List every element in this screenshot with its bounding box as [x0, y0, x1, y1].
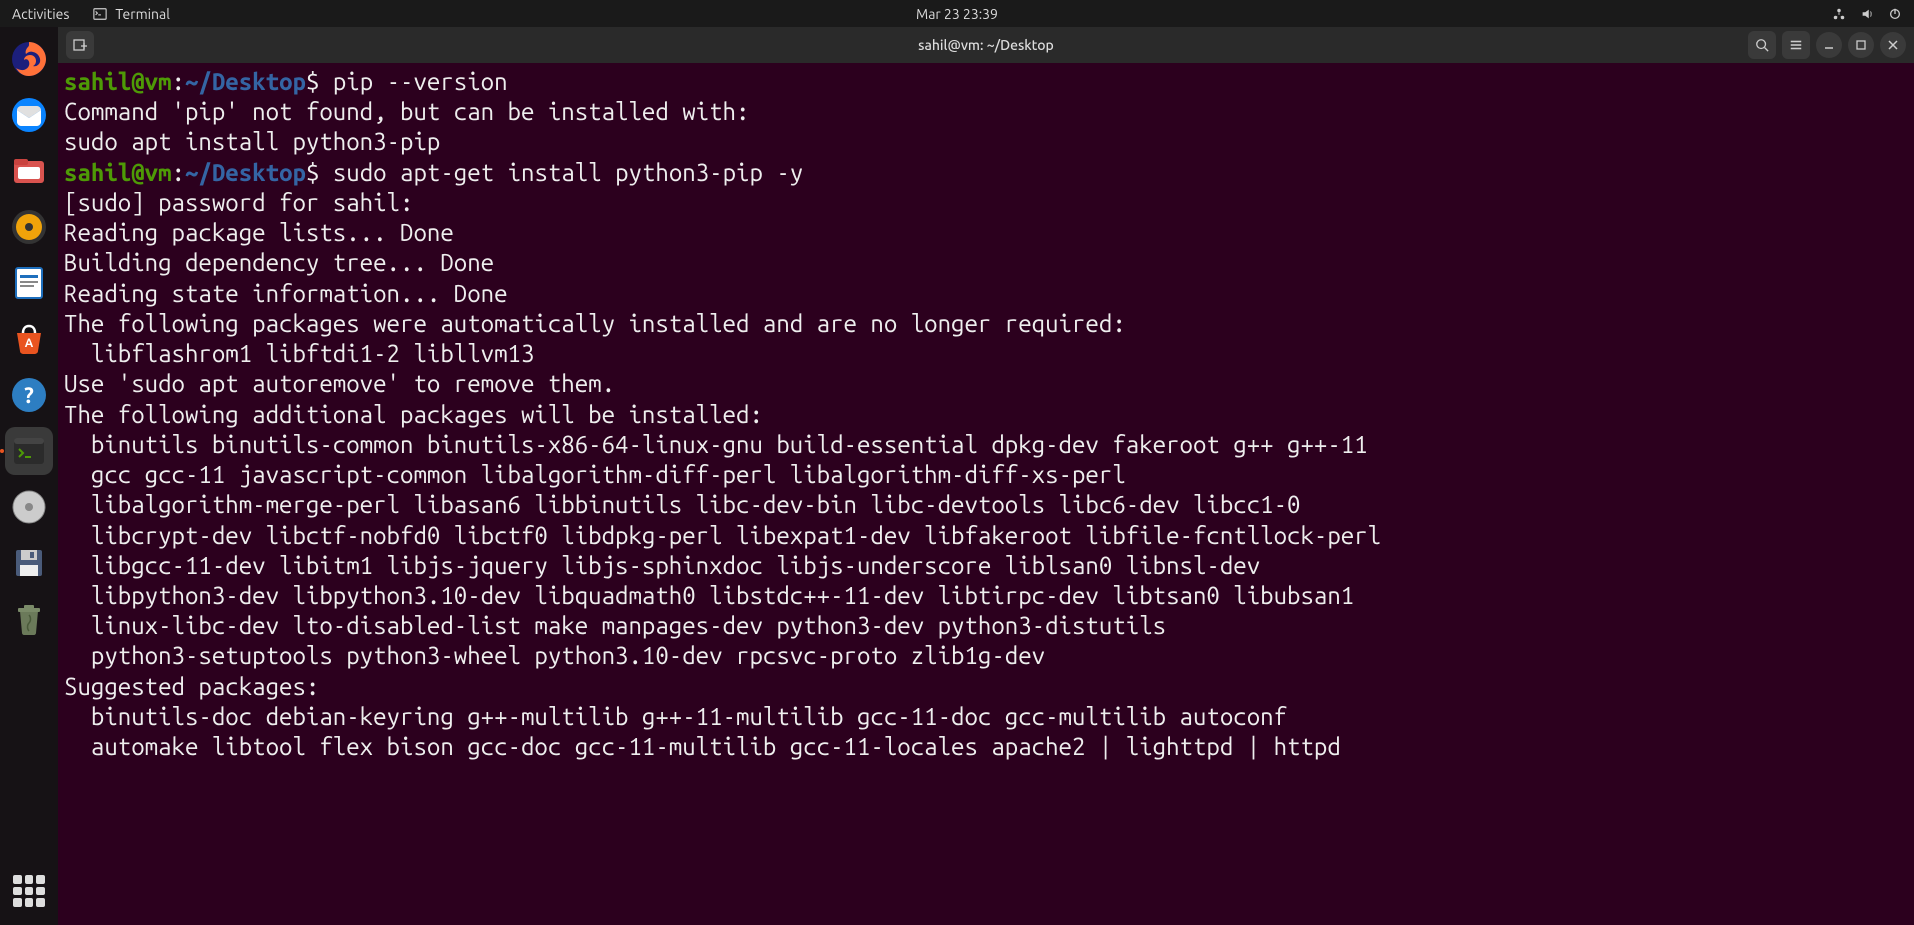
- output-line: automake libtool flex bison gcc-doc gcc-…: [64, 733, 1341, 760]
- output-line: libcrypt-dev libctf-nobfd0 libctf0 libdp…: [64, 522, 1381, 549]
- output-line: libgcc-11-dev libitm1 libjs-jquery libjs…: [64, 552, 1260, 579]
- output-line: Command 'pip' not found, but can be inst…: [64, 98, 749, 125]
- minimize-icon: [1824, 40, 1834, 50]
- output-line: binutils-doc debian-keyring g++-multilib…: [64, 703, 1287, 730]
- hamburger-icon: [1789, 38, 1803, 52]
- window-titlebar: sahil@vm: ~/Desktop: [58, 27, 1914, 63]
- help-icon[interactable]: ?: [5, 371, 53, 419]
- gnome-top-bar: Activities Terminal Mar 23 23:39: [0, 0, 1914, 27]
- output-line: The following packages were automaticall…: [64, 310, 1126, 337]
- output-line: Building dependency tree... Done: [64, 249, 494, 276]
- output-line: python3-setuptools python3-wheel python3…: [64, 642, 1045, 669]
- activities-button[interactable]: Activities: [12, 6, 69, 22]
- output-line: Reading package lists... Done: [64, 219, 454, 246]
- terminal-window: sahil@vm: ~/Desktop sahil@vm:~/Desktop$ …: [58, 27, 1914, 925]
- close-icon: [1888, 40, 1898, 50]
- prompt-user: sahil@vm: [64, 159, 172, 186]
- window-title: sahil@vm: ~/Desktop: [918, 37, 1054, 53]
- output-line: The following additional packages will b…: [64, 401, 763, 428]
- maximize-icon: [1856, 40, 1866, 50]
- output-line: linux-libc-dev lto-disabled-list make ma…: [64, 612, 1166, 639]
- thunderbird-icon[interactable]: [5, 91, 53, 139]
- search-icon: [1755, 38, 1769, 52]
- output-line: Use 'sudo apt autoremove' to remove them…: [64, 370, 615, 397]
- firefox-icon[interactable]: [5, 35, 53, 83]
- output-line: gcc gcc-11 javascript-common libalgorith…: [64, 461, 1126, 488]
- maximize-button[interactable]: [1848, 32, 1874, 58]
- terminal-icon[interactable]: [5, 427, 53, 475]
- output-line: libflashrom1 libftdi1-2 libllvm13: [64, 340, 534, 367]
- prompt-path: ~/Desktop: [185, 68, 306, 95]
- search-button[interactable]: [1748, 31, 1776, 59]
- prompt-sep: :: [172, 68, 185, 95]
- terminal-indicator-icon: [93, 7, 107, 21]
- new-tab-icon: [72, 37, 88, 53]
- files-icon[interactable]: [5, 147, 53, 195]
- svg-text:?: ?: [24, 383, 34, 408]
- output-line: [sudo] password for sahil:: [64, 189, 427, 216]
- output-line: Suggested packages:: [64, 673, 319, 700]
- clock[interactable]: Mar 23 23:39: [916, 6, 998, 22]
- prompt-symbol: $: [306, 68, 319, 95]
- power-icon[interactable]: [1888, 7, 1902, 21]
- minimize-button[interactable]: [1816, 32, 1842, 58]
- show-applications-button[interactable]: [13, 875, 45, 907]
- dock: A ?: [0, 27, 58, 925]
- svg-text:A: A: [25, 337, 34, 350]
- prompt-symbol: $: [306, 159, 319, 186]
- output-line: sudo apt install python3-pip: [64, 128, 440, 155]
- close-button[interactable]: [1880, 32, 1906, 58]
- app-menu[interactable]: Terminal: [93, 6, 170, 22]
- app-menu-label: Terminal: [115, 6, 170, 22]
- command-2: sudo apt-get install python3-pip -y: [319, 159, 803, 186]
- software-center-icon[interactable]: A: [5, 315, 53, 363]
- rhythmbox-icon[interactable]: [5, 203, 53, 251]
- terminal-output[interactable]: sahil@vm:~/Desktop$ pip --version Comman…: [58, 63, 1914, 925]
- disk-icon[interactable]: [5, 483, 53, 531]
- output-line: libalgorithm-merge-perl libasan6 libbinu…: [64, 491, 1300, 518]
- output-line: binutils binutils-common binutils-x86-64…: [64, 431, 1368, 458]
- network-icon[interactable]: [1832, 7, 1846, 21]
- volume-icon[interactable]: [1860, 7, 1874, 21]
- prompt-path: ~/Desktop: [185, 159, 306, 186]
- new-tab-button[interactable]: [66, 31, 94, 59]
- output-line: Reading state information... Done: [64, 280, 508, 307]
- menu-button[interactable]: [1782, 31, 1810, 59]
- command-1: pip --version: [319, 68, 507, 95]
- trash-icon[interactable]: [5, 595, 53, 643]
- prompt-user: sahil@vm: [64, 68, 172, 95]
- save-icon[interactable]: [5, 539, 53, 587]
- prompt-sep: :: [172, 159, 185, 186]
- output-line: libpython3-dev libpython3.10-dev libquad…: [64, 582, 1354, 609]
- libreoffice-writer-icon[interactable]: [5, 259, 53, 307]
